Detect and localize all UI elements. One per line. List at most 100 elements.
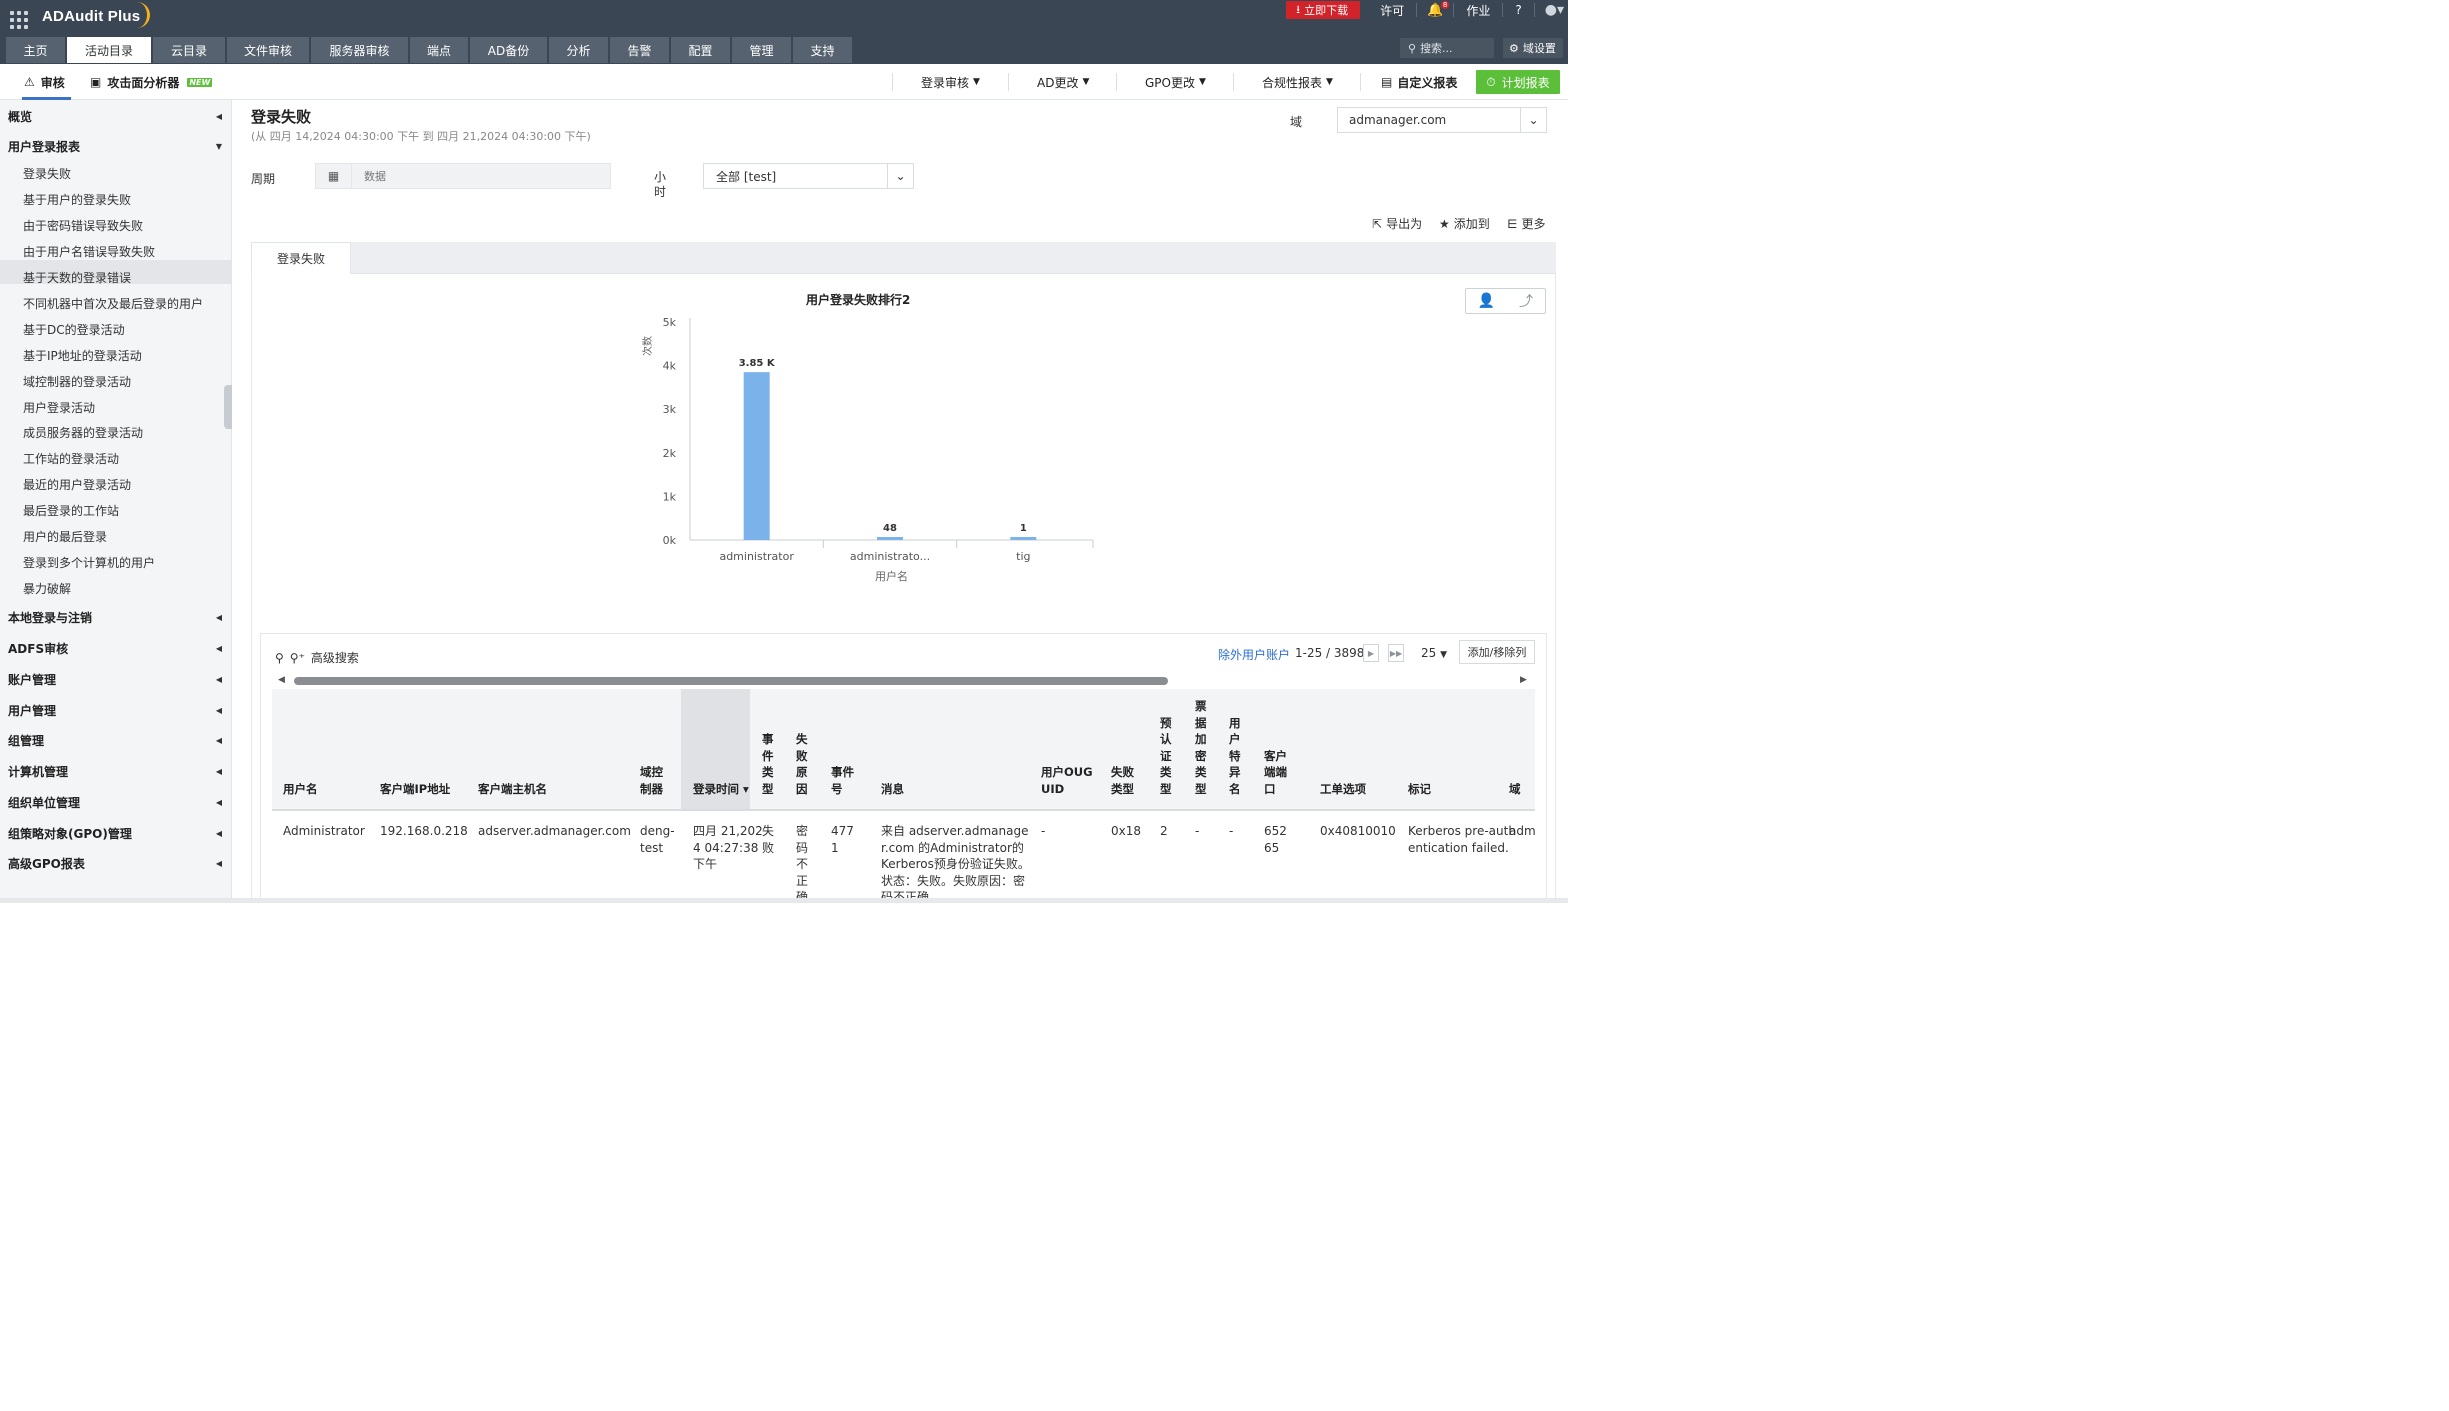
search-options-icon[interactable]: ⚲: [275, 651, 284, 665]
sidebar-item[interactable]: 基于DC的登录活动: [23, 321, 125, 338]
tab-alerts[interactable]: 告警: [610, 37, 669, 63]
sidebar-item[interactable]: 基于用户的登录失败: [23, 191, 131, 208]
compliance-reports-menu[interactable]: 合规性报表 ▼: [1262, 64, 1333, 100]
advanced-search-link[interactable]: 高级搜索: [311, 649, 359, 666]
advanced-search: ⚲ ⚲⁺ 高级搜索: [275, 649, 359, 666]
sidebar-section-overview[interactable]: 概览 ◀: [8, 108, 222, 125]
column-header[interactable]: 预认证类型: [1160, 715, 1174, 798]
tab-file-audit[interactable]: 文件审核: [227, 37, 309, 63]
tab-endpoint[interactable]: 端点: [410, 37, 468, 63]
license-link[interactable]: 许可: [1372, 2, 1412, 19]
scrollbar-thumb[interactable]: [294, 677, 1168, 685]
help-icon[interactable]: ?: [1507, 3, 1529, 17]
jobs-link[interactable]: 作业: [1458, 2, 1498, 19]
sidebar-item[interactable]: 成员服务器的登录活动: [23, 424, 143, 441]
domain-select[interactable]: admanager.com ⌄: [1337, 107, 1547, 133]
column-header[interactable]: 登录时间 ▾: [693, 781, 749, 798]
sidebar-item[interactable]: 暴力破解: [23, 580, 71, 597]
export-button[interactable]: ⇱ 导出为: [1372, 215, 1422, 232]
horizontal-scrollbar[interactable]: ◀ ▶: [278, 675, 1530, 687]
sidebar-item[interactable]: 域控制器的登录活动: [23, 373, 131, 390]
schedule-report-button[interactable]: ⏱ 计划报表: [1476, 70, 1560, 94]
sidebar-item[interactable]: 最后登录的工作站: [23, 502, 119, 519]
next-page-button[interactable]: ▶: [1363, 644, 1379, 662]
sidebar-section[interactable]: 本地登录与注销 ◀: [8, 609, 222, 626]
sidebar-item[interactable]: 由于用户名错误导致失败: [23, 243, 155, 260]
sidebar-item[interactable]: 不同机器中首次及最后登录的用户: [23, 295, 203, 312]
sidebar-collapse-handle[interactable]: [224, 385, 232, 429]
column-header[interactable]: 用户名: [283, 781, 383, 798]
sidebar-section[interactable]: 账户管理 ◀: [8, 671, 222, 688]
logon-audit-menu[interactable]: 登录审核 ▼: [921, 64, 980, 100]
gpo-changes-menu[interactable]: GPO更改 ▼: [1145, 64, 1206, 100]
column-header[interactable]: 工单选项: [1320, 781, 1400, 798]
column-header[interactable]: 事件号: [831, 764, 861, 797]
column-header[interactable]: 域控制器: [640, 764, 668, 797]
audit-tab[interactable]: ⚠ 审核: [22, 64, 71, 100]
sidebar-section[interactable]: 组策略对象(GPO)管理 ◀: [8, 825, 222, 842]
column-header[interactable]: 事件类型: [762, 731, 776, 797]
scroll-left-icon[interactable]: ◀: [278, 675, 285, 685]
column-header[interactable]: 客户端主机名: [478, 781, 638, 798]
column-header[interactable]: 消息: [881, 781, 981, 798]
sidebar-item[interactable]: 登录到多个计算机的用户: [23, 554, 155, 571]
sidebar-item[interactable]: 工作站的登录活动: [23, 450, 119, 467]
custom-report-button[interactable]: ▤ 自定义报表: [1381, 64, 1457, 100]
column-header[interactable]: 客户端IP地址: [380, 781, 480, 798]
tab-server-audit[interactable]: 服务器审核: [311, 37, 408, 63]
tab-active-directory[interactable]: 活动目录: [67, 37, 151, 63]
column-header[interactable]: 用户特异名: [1229, 715, 1243, 798]
sidebar-item[interactable]: 基于IP地址的登录活动: [23, 347, 142, 364]
sidebar-item[interactable]: 最近的用户登录活动: [23, 476, 131, 493]
more-icon: ⋿: [1507, 216, 1518, 231]
sidebar-item[interactable]: 用户的最后登录: [23, 528, 107, 545]
advanced-search-icon[interactable]: ⚲⁺: [290, 651, 305, 665]
column-header[interactable]: 客户端端口: [1264, 748, 1294, 798]
tab-configuration[interactable]: 配置: [671, 37, 730, 63]
sidebar-section[interactable]: 用户管理 ◀: [8, 702, 222, 719]
sidebar-item[interactable]: 由于密码错误导致失败: [23, 217, 143, 234]
tab-logon-failure[interactable]: 登录失败: [251, 242, 351, 274]
column-header[interactable]: 失败原因: [796, 731, 810, 797]
user-avatar-icon[interactable]: ●▾: [1539, 2, 1568, 18]
add-remove-columns-button[interactable]: 添加/移除列: [1459, 640, 1535, 664]
column-header[interactable]: 用户OUGUID: [1041, 764, 1101, 797]
sidebar-section[interactable]: 组织单位管理 ◀: [8, 794, 222, 811]
tab-admin[interactable]: 管理: [732, 37, 791, 63]
period-input[interactable]: ▦ 数据: [315, 163, 611, 189]
sidebar-section[interactable]: 高级GPO报表 ◀: [8, 855, 222, 872]
add-to-button[interactable]: ★ 添加到: [1439, 215, 1490, 232]
tab-support[interactable]: 支持: [793, 37, 852, 63]
tab-home[interactable]: 主页: [6, 37, 65, 63]
sidebar-section[interactable]: ADFS审核 ◀: [8, 640, 222, 657]
download-button[interactable]: ⭳ 立即下载: [1286, 1, 1361, 19]
column-header[interactable]: 域: [1509, 781, 1529, 798]
user-icon[interactable]: 👤: [1478, 293, 1495, 309]
tab-cloud-directory[interactable]: 云目录: [153, 37, 225, 63]
sidebar-item-logon-failure[interactable]: 登录失败: [23, 165, 71, 182]
more-button[interactable]: ⋿ 更多: [1507, 215, 1545, 232]
per-page-select[interactable]: 25 ▼: [1421, 646, 1447, 660]
chart-switch-icon[interactable]: ⤴: [1519, 291, 1533, 311]
tab-ad-backup[interactable]: AD备份: [470, 37, 547, 63]
column-header[interactable]: 票据加密类型: [1195, 698, 1209, 797]
hour-select[interactable]: 全部 [test] ⌄: [703, 163, 914, 189]
sidebar-section[interactable]: 组管理 ◀: [8, 732, 222, 749]
notification-bell-icon[interactable]: 🔔 8: [1421, 0, 1450, 18]
sidebar-item[interactable]: 基于天数的登录错误: [23, 269, 131, 286]
tab-analytics[interactable]: 分析: [549, 37, 608, 63]
sidebar-item[interactable]: 用户登录活动: [23, 399, 95, 416]
attack-surface-tab[interactable]: ▣ 攻击面分析器 NEW: [90, 64, 213, 100]
last-page-button[interactable]: ▶▶: [1388, 644, 1404, 662]
exclude-user-accounts-link[interactable]: 除外用户账户: [1218, 646, 1290, 663]
scroll-right-icon[interactable]: ▶: [1520, 675, 1527, 685]
domain-settings-button[interactable]: ⚙ 域设置: [1503, 38, 1563, 58]
new-badge: NEW: [187, 77, 213, 87]
ad-changes-menu[interactable]: AD更改 ▼: [1037, 64, 1089, 100]
sidebar-section[interactable]: 计算机管理 ◀: [8, 763, 222, 780]
column-header[interactable]: 失败类型: [1111, 764, 1141, 797]
global-search-input[interactable]: ⚲ 搜索...: [1400, 38, 1494, 58]
app-grid-icon[interactable]: [10, 11, 28, 29]
sidebar-section-user-login[interactable]: 用户登录报表 ▼: [8, 138, 222, 155]
column-header[interactable]: 标记: [1408, 781, 1508, 798]
